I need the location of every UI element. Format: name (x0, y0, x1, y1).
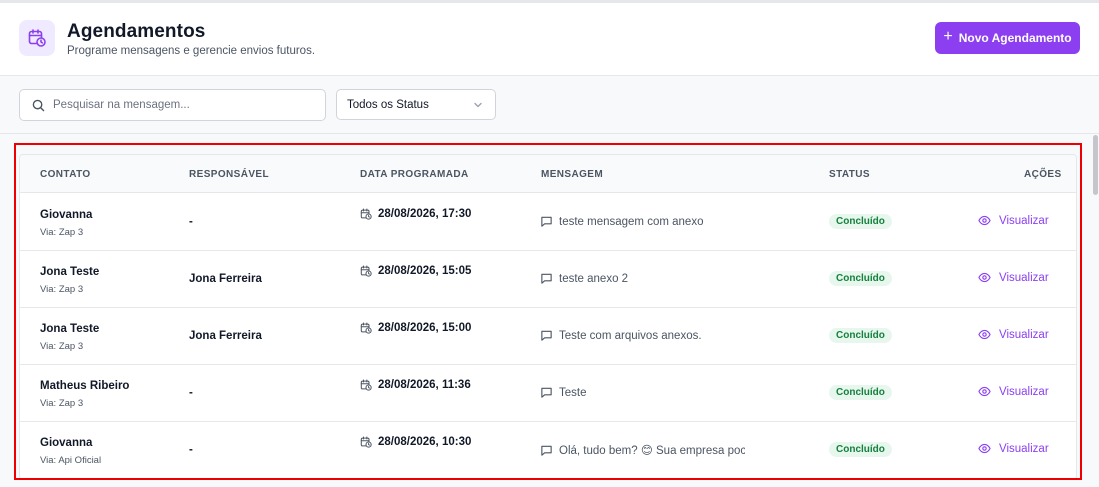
contact-name: Jona Teste (40, 266, 100, 278)
message-preview: Teste com arquivos anexos. (540, 329, 745, 342)
eye-icon (978, 328, 991, 341)
filter-bar: Todos os Status (0, 77, 1099, 134)
view-button[interactable]: Visualizar (978, 328, 1049, 341)
plus-icon: + (943, 28, 953, 45)
eye-icon (978, 385, 991, 398)
status-select-value: Todos os Status (347, 98, 429, 111)
view-button[interactable]: Visualizar (978, 214, 1049, 227)
scrollbar[interactable] (1093, 135, 1098, 195)
message-icon (540, 329, 553, 342)
view-label: Visualizar (999, 442, 1049, 455)
column-header-message: MENSAGEM (541, 169, 604, 180)
new-schedule-label: Novo Agendamento (958, 31, 1072, 45)
message-text: Olá, tudo bem? 😊 Sua empresa poc (559, 445, 745, 457)
view-label: Visualizar (999, 214, 1049, 227)
contact-channel: Via: Api Oficial (40, 455, 102, 466)
table-row: Giovanna Via: Zap 3 - 28/08/2026, 17:30 (20, 194, 1076, 251)
view-button[interactable]: Visualizar (978, 385, 1049, 398)
calendar-clock-icon (360, 436, 372, 448)
view-label: Visualizar (999, 385, 1049, 398)
calendar-clock-icon (360, 322, 372, 334)
message-text: teste mensagem com anexo (559, 215, 704, 228)
message-preview: Teste (540, 386, 745, 399)
message-icon (540, 386, 553, 399)
scheduled-date: 28/08/2026, 15:05 (360, 265, 471, 277)
table-row: Jona Teste Via: Zap 3 Jona Ferreira 28/0… (20, 308, 1076, 365)
message-text: Teste (559, 386, 587, 399)
eye-icon (978, 442, 991, 455)
status-select[interactable]: Todos os Status (336, 89, 496, 120)
scheduled-date-text: 28/08/2026, 15:05 (378, 265, 472, 277)
responsible-name: Jona Ferreira (189, 273, 262, 285)
contact-channel: Via: Zap 3 (40, 284, 84, 295)
responsible-name: - (189, 216, 193, 228)
scheduled-date-text: 28/08/2026, 10:30 (378, 436, 472, 448)
schedules-table: CONTATO RESPONSÁVEL DATA PROGRAMADA MENS… (19, 154, 1077, 480)
message-icon (540, 215, 553, 228)
contact-name: Giovanna (40, 437, 93, 449)
status-badge: Concluído (829, 442, 892, 457)
scheduled-date-text: 28/08/2026, 15:00 (378, 322, 472, 334)
message-icon (540, 272, 553, 285)
table-header: CONTATO RESPONSÁVEL DATA PROGRAMADA MENS… (20, 155, 1076, 193)
calendar-clock-icon (360, 379, 372, 391)
contact-name: Giovanna (40, 209, 93, 221)
eye-icon (978, 271, 991, 284)
column-header-responsible: RESPONSÁVEL (189, 169, 269, 180)
page-subtitle: Programe mensagens e gerencie envios fut… (67, 45, 316, 57)
contact-channel: Via: Zap 3 (40, 398, 84, 409)
page-header: Agendamentos Programe mensagens e gerenc… (0, 3, 1099, 76)
search-box[interactable] (19, 89, 326, 121)
contact-name: Jona Teste (40, 323, 100, 335)
calendar-clock-icon (360, 208, 372, 220)
view-button[interactable]: Visualizar (978, 271, 1049, 284)
table-row: Giovanna Via: Api Oficial - 28/08/2026, … (20, 422, 1076, 479)
chevron-down-icon (473, 100, 483, 110)
scheduled-date: 28/08/2026, 15:00 (360, 322, 471, 334)
responsible-name: - (189, 387, 193, 399)
status-badge: Concluído (829, 214, 892, 229)
scheduled-date: 28/08/2026, 11:36 (360, 379, 471, 391)
page-title: Agendamentos (67, 21, 206, 42)
message-text: teste anexo 2 (559, 272, 629, 285)
table-row: Matheus Ribeiro Via: Zap 3 - 28/08/2026,… (20, 365, 1076, 422)
view-button[interactable]: Visualizar (978, 442, 1049, 455)
contact-name: Matheus Ribeiro (40, 380, 130, 392)
search-icon (32, 99, 45, 112)
column-header-contact: CONTATO (40, 169, 91, 180)
column-header-actions: AÇÕES (1024, 169, 1062, 180)
new-schedule-button[interactable]: + Novo Agendamento (935, 22, 1080, 54)
status-badge: Concluído (829, 328, 892, 343)
search-input[interactable] (53, 99, 313, 111)
status-badge: Concluído (829, 385, 892, 400)
calendar-clock-icon (360, 265, 372, 277)
scheduled-date: 28/08/2026, 10:30 (360, 436, 471, 448)
column-header-date: DATA PROGRAMADA (360, 169, 469, 180)
message-preview: Olá, tudo bem? 😊 Sua empresa poc (540, 443, 745, 457)
message-preview: teste mensagem com anexo (540, 215, 745, 228)
column-header-status: STATUS (829, 169, 870, 180)
table-row: Jona Teste Via: Zap 3 Jona Ferreira 28/0… (20, 251, 1076, 308)
contact-channel: Via: Zap 3 (40, 341, 84, 352)
view-label: Visualizar (999, 271, 1049, 284)
contact-channel: Via: Zap 3 (40, 227, 84, 238)
message-text: Teste com arquivos anexos. (559, 329, 702, 342)
calendar-clock-icon (19, 20, 55, 56)
scheduled-date-text: 28/08/2026, 17:30 (378, 208, 472, 220)
eye-icon (978, 214, 991, 227)
message-preview: teste anexo 2 (540, 272, 745, 285)
responsible-name: - (189, 444, 193, 456)
scheduled-date-text: 28/08/2026, 11:36 (378, 379, 471, 391)
message-icon (540, 444, 553, 457)
status-badge: Concluído (829, 271, 892, 286)
view-label: Visualizar (999, 328, 1049, 341)
scheduled-date: 28/08/2026, 17:30 (360, 208, 471, 220)
responsible-name: Jona Ferreira (189, 330, 262, 342)
